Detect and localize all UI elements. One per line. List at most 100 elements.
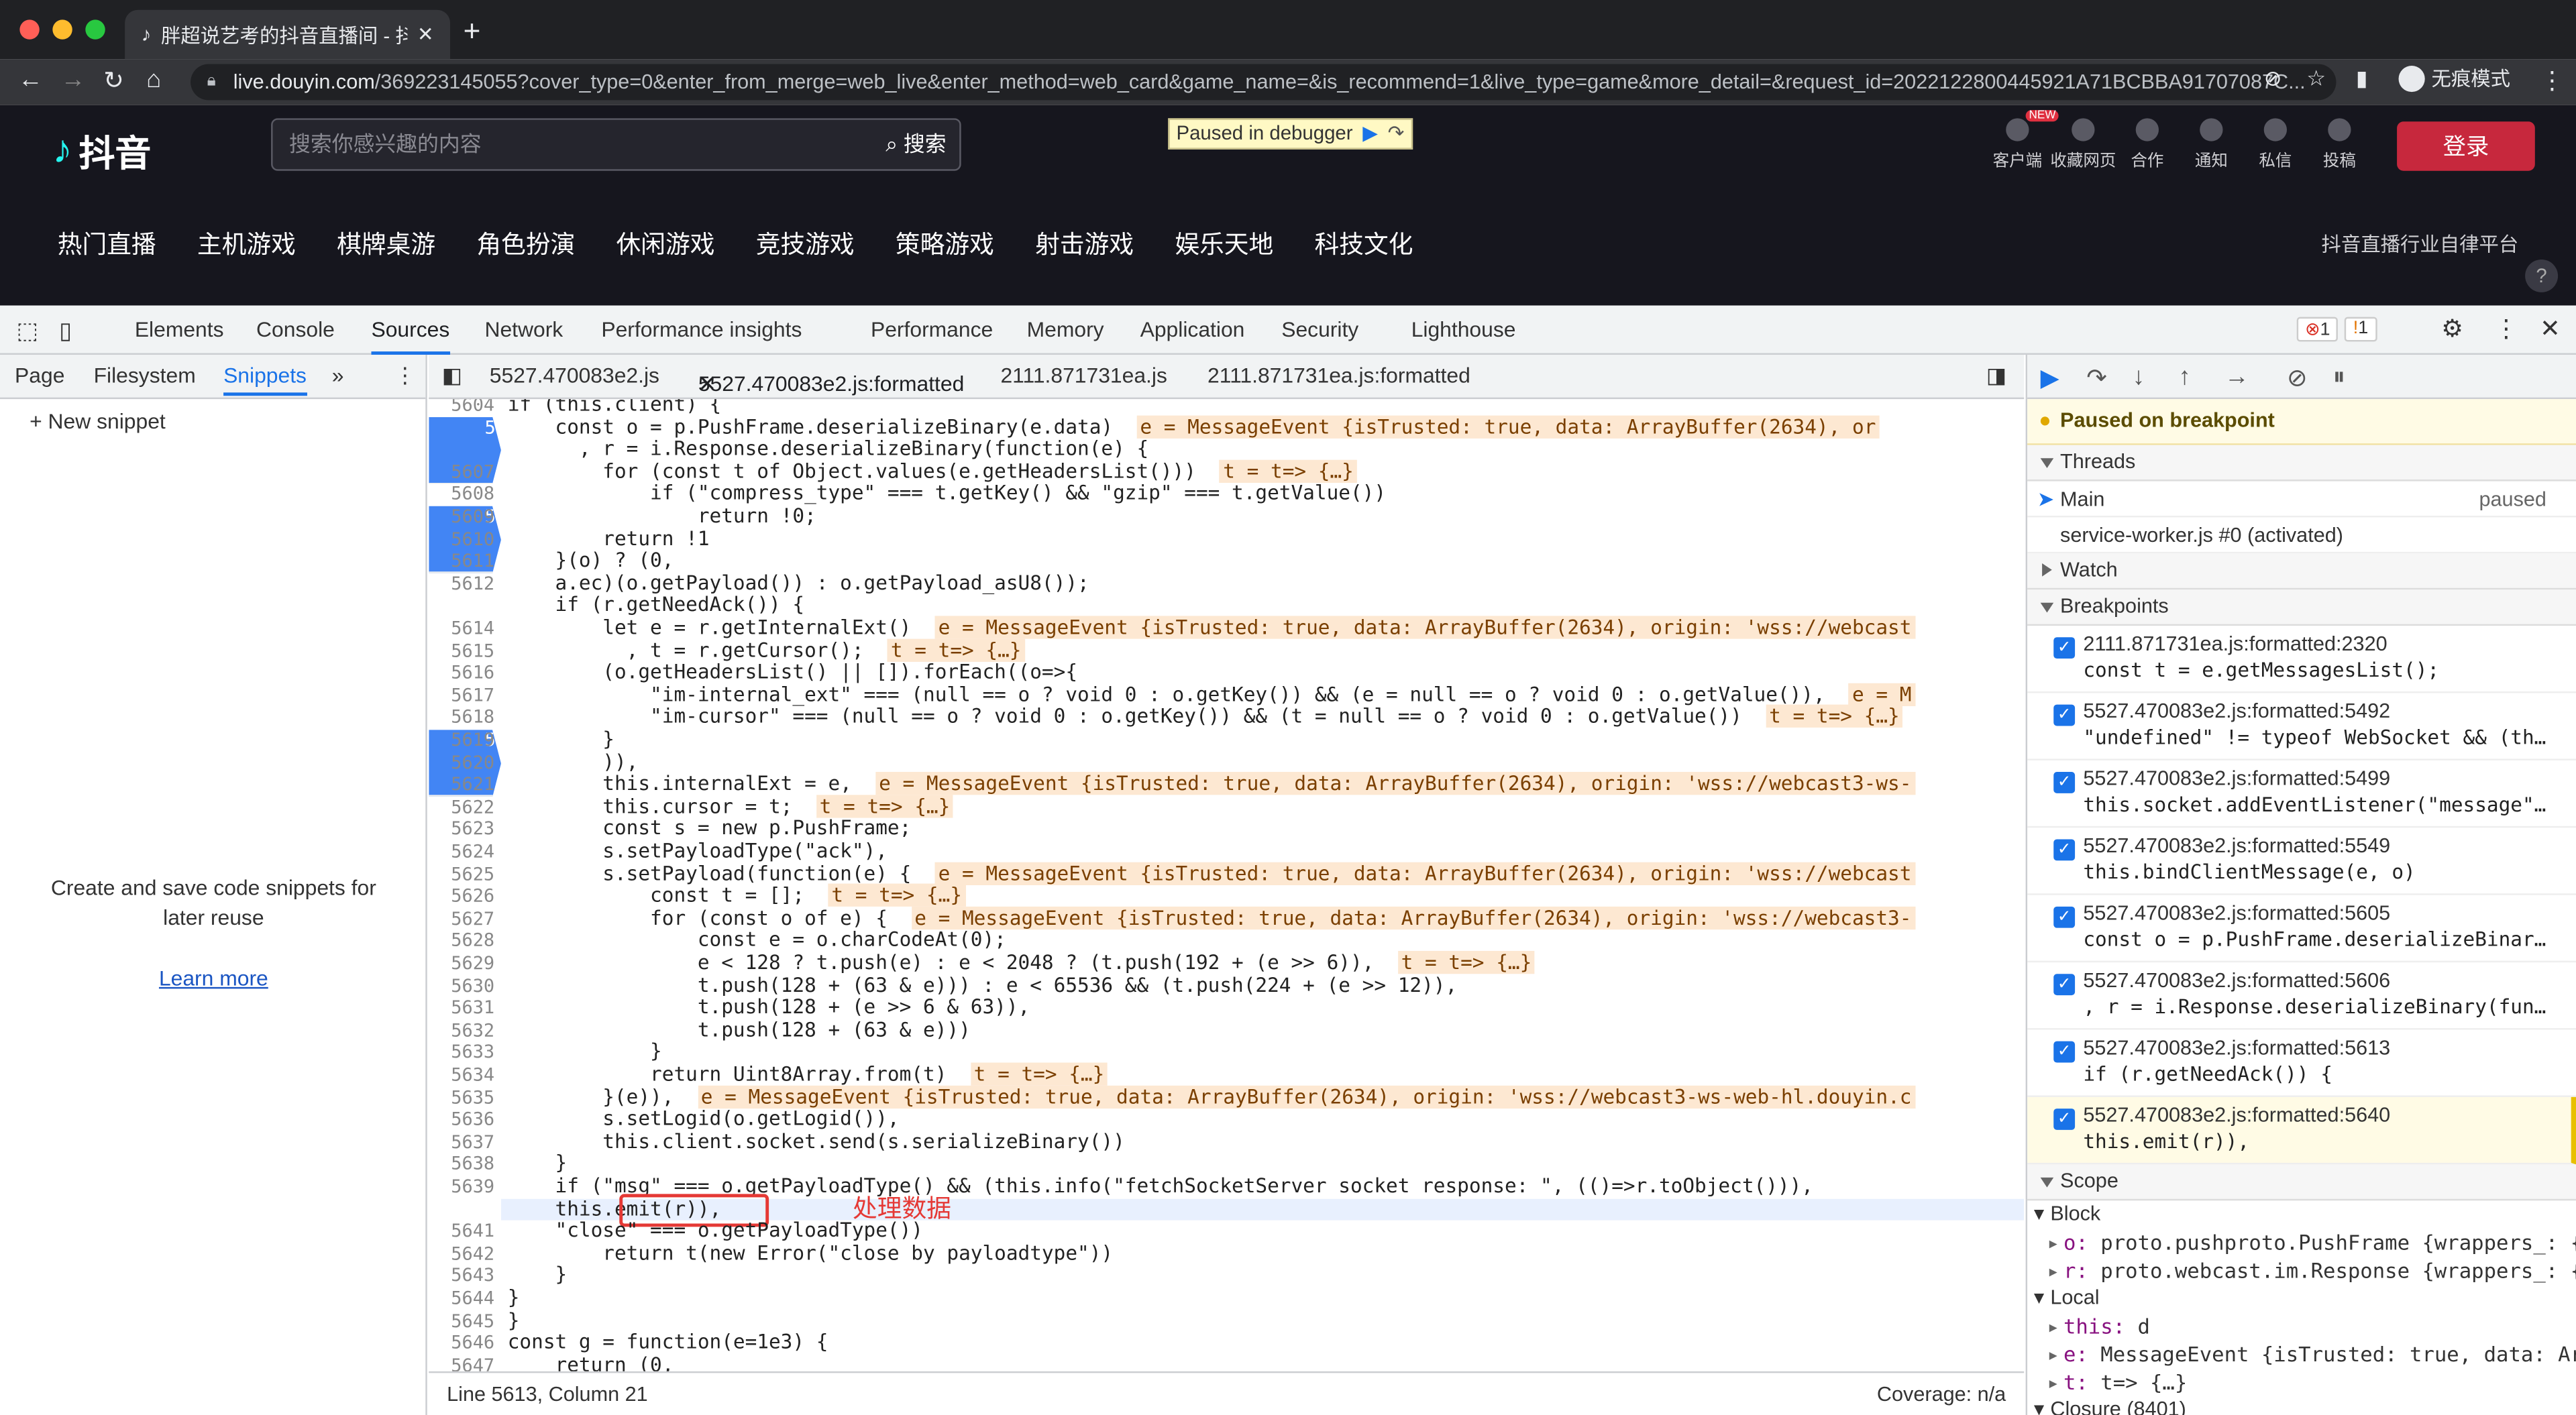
- line-number[interactable]: 5619: [429, 729, 501, 751]
- resume-icon[interactable]: ▶︎: [2041, 363, 2059, 393]
- line-number[interactable]: 5635: [429, 1086, 501, 1109]
- line-number[interactable]: 5611: [429, 551, 501, 573]
- breakpoint-checkbox[interactable]: ✓: [2053, 637, 2076, 659]
- thread-service-worker[interactable]: service-worker.js #0 (activated): [2027, 517, 2576, 554]
- close-tab-icon[interactable]: ✕: [417, 23, 434, 46]
- line-number[interactable]: 5621: [429, 774, 501, 796]
- step-out-icon[interactable]: ↑: [2178, 363, 2190, 391]
- breakpoint-checkbox[interactable]: ✓: [2053, 906, 2076, 928]
- line-number[interactable]: 5628: [429, 930, 501, 952]
- toggle-debugger-icon[interactable]: ◨: [1986, 363, 2006, 389]
- watch-section-header[interactable]: Watch: [2027, 553, 2576, 590]
- line-number[interactable]: 5637: [429, 1131, 501, 1153]
- breakpoint-checkbox[interactable]: ✓: [2053, 772, 2076, 793]
- category-item[interactable]: 策略游戏: [896, 227, 994, 261]
- breakpoint-checkbox[interactable]: ✓: [2053, 839, 2076, 861]
- category-item[interactable]: 射击游戏: [1035, 227, 1134, 261]
- maximize-window-button[interactable]: [85, 19, 105, 40]
- line-number[interactable]: 5625: [429, 863, 501, 885]
- login-button[interactable]: 登录: [2397, 121, 2535, 171]
- line-number[interactable]: 5630: [429, 975, 501, 997]
- breakpoint-checkbox[interactable]: ✓: [2053, 974, 2076, 996]
- tab-sources[interactable]: Sources: [371, 306, 450, 355]
- scope-section-header[interactable]: Scope: [2027, 1164, 2576, 1201]
- tab-lighthouse[interactable]: Lighthouse: [1411, 306, 1516, 355]
- tab-memory[interactable]: Memory: [1027, 306, 1104, 355]
- line-number[interactable]: 5604: [429, 399, 501, 416]
- settings-gear-icon[interactable]: ⚙: [2441, 306, 2463, 355]
- line-number[interactable]: 5634: [429, 1064, 501, 1086]
- step-over-icon[interactable]: ↷: [2086, 363, 2107, 393]
- breakpoint-item[interactable]: ✓ 5527.470083e2.js:formatted:5549 this.bin…: [2027, 828, 2576, 895]
- home-icon[interactable]: ⌂: [146, 66, 161, 94]
- tab-security[interactable]: Security: [1281, 306, 1358, 355]
- incognito-indicator[interactable]: 无痕模式: [2398, 64, 2510, 93]
- line-number[interactable]: 5629: [429, 952, 501, 974]
- line-number[interactable]: 5644: [429, 1288, 501, 1310]
- search-button[interactable]: ⌕ 搜索: [885, 120, 946, 168]
- navigator-menu-icon[interactable]: ⋮: [394, 363, 416, 389]
- tab-console[interactable]: Console: [256, 306, 335, 355]
- line-number[interactable]: 5610: [429, 528, 501, 551]
- expand-arrow-icon[interactable]: ▸: [2047, 1229, 2059, 1257]
- line-number[interactable]: 5633: [429, 1042, 501, 1064]
- eye-off-icon[interactable]: ⊘: [2264, 66, 2282, 92]
- tab-network[interactable]: Network: [484, 306, 563, 355]
- scope-variable[interactable]: ▸ r: proto.webcast.im.Response {wrappers_…: [2027, 1256, 2576, 1284]
- close-devtools-icon[interactable]: ✕: [2540, 306, 2561, 355]
- line-number[interactable]: 5622: [429, 796, 501, 818]
- thread-main[interactable]: ➤ Main paused: [2027, 482, 2576, 518]
- scope-variable[interactable]: ▸ this: d: [2027, 1312, 2576, 1341]
- category-item[interactable]: 休闲游戏: [616, 227, 715, 261]
- back-icon[interactable]: ←: [18, 66, 43, 94]
- scope-group-header[interactable]: ▾ Local: [2027, 1284, 2576, 1312]
- douyin-logo[interactable]: ♪ 抖音: [52, 125, 151, 177]
- scope-variable[interactable]: ▸ e: MessageEvent {isTrusted: true, data:…: [2027, 1340, 2576, 1368]
- line-number[interactable]: 5638: [429, 1153, 501, 1176]
- line-number[interactable]: 5632: [429, 1019, 501, 1041]
- line-number[interactable]: 5639: [429, 1176, 501, 1198]
- inspect-element-icon[interactable]: ⬚: [16, 306, 38, 355]
- line-number[interactable]: 5615: [429, 640, 501, 662]
- minimize-window-button[interactable]: [52, 19, 72, 40]
- category-item[interactable]: 竞技游戏: [756, 227, 855, 261]
- bookmark-star-icon[interactable]: ☆: [2306, 66, 2326, 92]
- tab-application[interactable]: Application: [1140, 306, 1245, 355]
- scope-variable[interactable]: ▸ o: proto.pushproto.PushFrame {wrappers_…: [2027, 1229, 2576, 1257]
- line-number[interactable]: 5623: [429, 819, 501, 841]
- line-number[interactable]: 5627: [429, 908, 501, 930]
- line-number[interactable]: 5642: [429, 1243, 501, 1265]
- editor-tab[interactable]: 2111.871731ea.js: [1000, 363, 1167, 388]
- line-number[interactable]: 5612: [429, 573, 501, 595]
- threads-section-header[interactable]: Threads: [2027, 445, 2576, 482]
- expand-arrow-icon[interactable]: ▸: [2047, 1340, 2059, 1368]
- line-number[interactable]: 5624: [429, 841, 501, 863]
- line-number[interactable]: 5631: [429, 997, 501, 1019]
- code-area[interactable]: 5604if (this.client) {5605 const o = p.P…: [429, 399, 2025, 1371]
- line-number[interactable]: 5626: [429, 885, 501, 907]
- breakpoint-item[interactable]: ✓ 5527.470083e2.js:formatted:5492 "undefin…: [2027, 693, 2576, 760]
- line-number[interactable]: 5609: [429, 506, 501, 528]
- tab-page[interactable]: Page: [15, 363, 64, 388]
- line-number[interactable]: 5647: [429, 1355, 501, 1371]
- line-number[interactable]: 5620: [429, 752, 501, 774]
- line-number[interactable]: 5617: [429, 685, 501, 707]
- pause-on-exceptions-icon[interactable]: ⏸︎: [2333, 363, 2345, 391]
- scope-group-header[interactable]: ▾ Closure (8401): [2027, 1396, 2576, 1415]
- editor-tab[interactable]: 2111.871731ea.js:formatted: [1208, 363, 1470, 388]
- category-item[interactable]: 主机游戏: [197, 227, 296, 261]
- more-tabs-chevron-icon[interactable]: »: [332, 363, 344, 388]
- step-over-icon[interactable]: ↷: [1388, 120, 1405, 148]
- client-download-item[interactable]: 客户端 NEW: [1980, 110, 2059, 171]
- category-item[interactable]: 娱乐天地: [1175, 227, 1273, 261]
- breakpoints-section-header[interactable]: Breakpoints: [2027, 589, 2576, 626]
- editor-tab[interactable]: 5527.470083e2.js: [490, 363, 659, 388]
- breakpoint-item[interactable]: ✓ 5527.470083e2.js:formatted:5613 if (r.ge…: [2027, 1030, 2576, 1097]
- self-regulation-link[interactable]: 抖音直播行业自律平台: [2321, 230, 2518, 258]
- close-window-button[interactable]: [19, 19, 40, 40]
- expand-arrow-icon[interactable]: ▾: [2034, 1284, 2044, 1312]
- expand-arrow-icon[interactable]: ▸: [2047, 1256, 2059, 1284]
- line-number[interactable]: 5636: [429, 1109, 501, 1131]
- new-tab-button[interactable]: +: [464, 15, 481, 49]
- sidebar-icon[interactable]: ▮: [2356, 66, 2368, 92]
